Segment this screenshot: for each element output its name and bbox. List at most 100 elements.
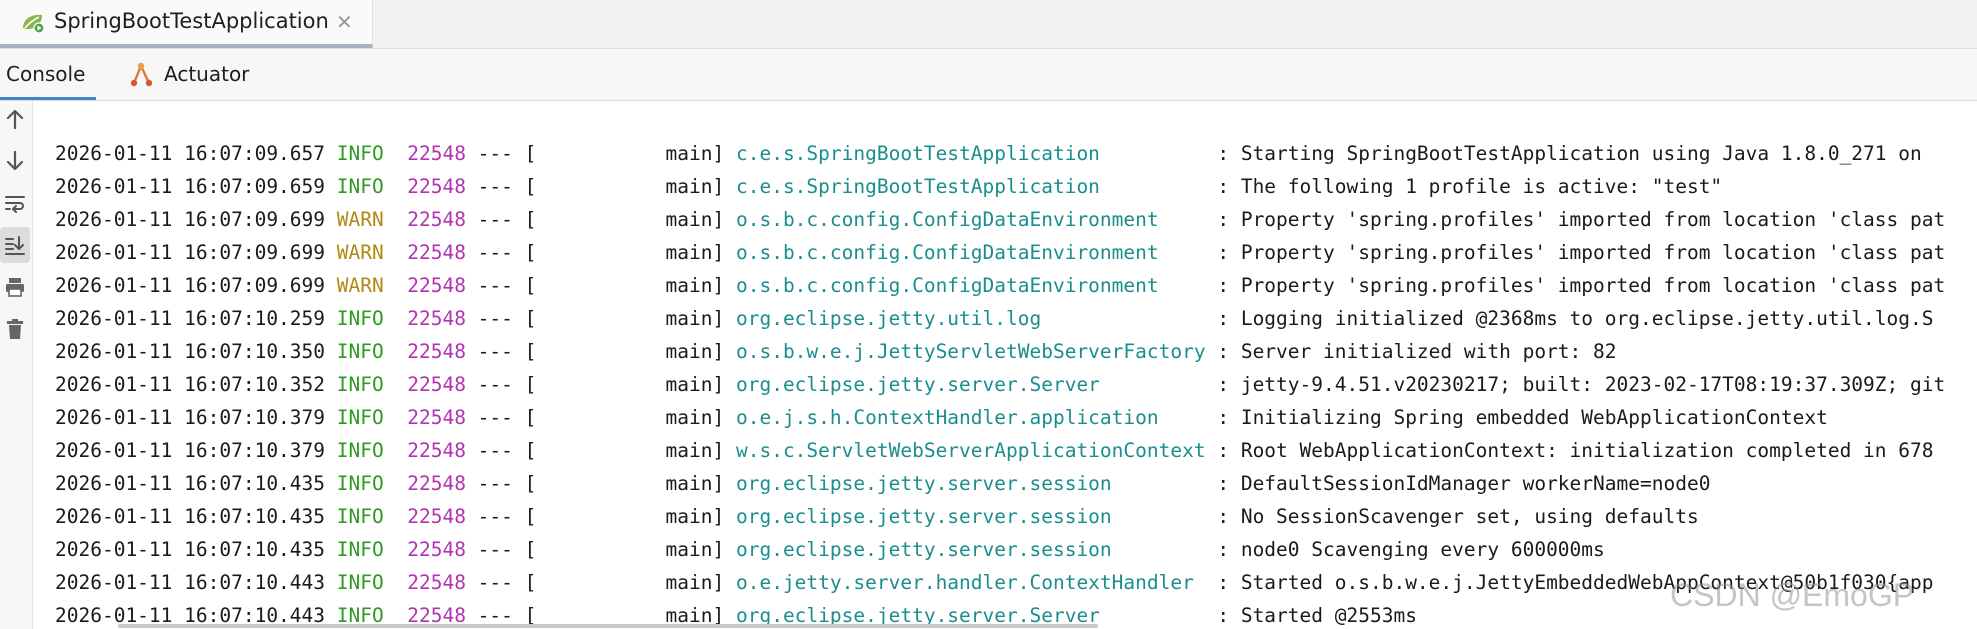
log-pid: 22548: [407, 373, 466, 396]
log-timestamp: 2026-01-11 16:07:09.699: [55, 241, 326, 264]
tab-actuator[interactable]: Actuator: [122, 49, 262, 100]
log-thread: main: [536, 241, 713, 264]
log-line: 2026-01-11 16:07:10.352 INFO 22548 --- […: [55, 373, 1946, 396]
run-tab-bar: SpringBootTestApplication ✕: [0, 0, 1977, 49]
log-level: INFO: [336, 439, 396, 462]
log-timestamp: 2026-01-11 16:07:10.259: [55, 307, 326, 330]
log-thread: main: [536, 307, 713, 330]
print-icon: [6, 278, 24, 297]
log-message: Property 'spring.profiles' imported from…: [1240, 208, 1946, 231]
log-level: WARN: [336, 208, 396, 231]
log-logger: o.e.j.s.h.ContextHandler.application: [735, 406, 1206, 429]
log-logger: org.eclipse.jetty.server.session: [735, 472, 1206, 495]
scroll-up-button[interactable]: [0, 101, 30, 137]
run-tab-label: SpringBootTestApplication: [54, 9, 329, 33]
log-message: Property 'spring.profiles' imported from…: [1240, 274, 1946, 297]
log-pid: 22548: [407, 241, 466, 264]
log-timestamp: 2026-01-11 16:07:09.659: [55, 175, 326, 198]
console-side-toolbar: [0, 101, 33, 629]
tool-window-tabs: Console Actuator: [0, 49, 1977, 101]
log-thread: main: [536, 538, 713, 561]
log-line: 2026-01-11 16:07:10.259 INFO 22548 --- […: [55, 307, 1934, 330]
log-level: INFO: [336, 505, 396, 528]
log-line: 2026-01-11 16:07:09.657 INFO 22548 --- […: [55, 142, 1922, 165]
log-level: INFO: [336, 340, 396, 363]
run-tab-springboottestapplication[interactable]: SpringBootTestApplication ✕: [0, 0, 373, 48]
tab-actuator-label: Actuator: [164, 62, 250, 86]
soft-wrap-button[interactable]: [0, 185, 30, 221]
log-message: No SessionScavenger set, using defaults: [1240, 505, 1699, 528]
log-line: 2026-01-11 16:07:10.435 INFO 22548 --- […: [55, 472, 1711, 495]
scroll-to-end-button[interactable]: [0, 227, 30, 263]
log-line: 2026-01-11 16:07:09.659 INFO 22548 --- […: [55, 175, 1723, 198]
log-logger: org.eclipse.jetty.util.log: [735, 307, 1206, 330]
log-thread: main: [536, 571, 713, 594]
log-pid: 22548: [407, 439, 466, 462]
log-thread: main: [536, 472, 713, 495]
tab-console-label: Console: [6, 62, 86, 86]
tab-console[interactable]: Console: [0, 49, 96, 100]
log-lines: 2026-01-11 16:07:09.657 INFO 22548 --- […: [55, 137, 1945, 629]
log-thread: main: [536, 175, 713, 198]
log-timestamp: 2026-01-11 16:07:10.435: [55, 538, 326, 561]
log-message: Property 'spring.profiles' imported from…: [1240, 241, 1946, 264]
log-level: INFO: [336, 538, 396, 561]
log-logger: o.s.b.w.e.j.JettyServletWebServerFactory: [735, 340, 1206, 363]
log-logger: o.s.b.c.config.ConfigDataEnvironment: [735, 274, 1206, 297]
log-message: Server initialized with port: 82: [1240, 340, 1617, 363]
log-thread: main: [536, 142, 713, 165]
log-logger: o.s.b.c.config.ConfigDataEnvironment: [735, 208, 1206, 231]
log-pid: 22548: [407, 571, 466, 594]
log-line: 2026-01-11 16:07:10.379 INFO 22548 --- […: [55, 406, 1828, 429]
log-pid: 22548: [407, 274, 466, 297]
log-logger: org.eclipse.jetty.server.session: [735, 505, 1206, 528]
soft-wrap-icon: [5, 196, 25, 213]
log-level: INFO: [336, 406, 396, 429]
scroll-up-arrow-icon: [6, 109, 24, 130]
log-timestamp: 2026-01-11 16:07:09.699: [55, 274, 326, 297]
log-line: 2026-01-11 16:07:09.699 WARN 22548 --- […: [55, 208, 1946, 231]
log-logger: org.eclipse.jetty.server.Server: [735, 373, 1206, 396]
log-thread: main: [536, 505, 713, 528]
log-line: 2026-01-11 16:07:10.435 INFO 22548 --- […: [55, 538, 1605, 561]
log-message: Root WebApplicationContext: initializati…: [1240, 439, 1934, 462]
log-line: 2026-01-11 16:07:09.699 WARN 22548 --- […: [55, 241, 1946, 264]
log-timestamp: 2026-01-11 16:07:10.443: [55, 571, 326, 594]
horizontal-scrollbar[interactable]: [118, 624, 1098, 628]
log-pid: 22548: [407, 406, 466, 429]
log-message: DefaultSessionIdManager workerName=node0: [1240, 472, 1711, 495]
log-line: 2026-01-11 16:07:10.379 INFO 22548 --- […: [55, 439, 1934, 462]
log-message: jetty-9.4.51.v20230217; built: 2023-02-1…: [1240, 373, 1946, 396]
log-pid: 22548: [407, 307, 466, 330]
log-line: 2026-01-11 16:07:10.350 INFO 22548 --- […: [55, 340, 1617, 363]
close-icon[interactable]: ✕: [336, 10, 353, 34]
log-pid: 22548: [407, 538, 466, 561]
log-level: WARN: [336, 274, 396, 297]
log-timestamp: 2026-01-11 16:07:10.379: [55, 406, 326, 429]
log-thread: main: [536, 274, 713, 297]
scroll-down-button[interactable]: [0, 143, 30, 179]
log-pid: 22548: [407, 340, 466, 363]
watermark: CSDN @EmoGP: [1670, 577, 1915, 613]
log-thread: main: [536, 340, 713, 363]
clear-all-button[interactable]: [0, 311, 30, 347]
log-logger: org.eclipse.jetty.server.session: [735, 538, 1206, 561]
log-logger: w.s.c.ServletWebServerApplicationContext: [735, 439, 1206, 462]
actuator-icon: [130, 62, 153, 87]
log-timestamp: 2026-01-11 16:07:09.657: [55, 142, 326, 165]
print-button[interactable]: [0, 269, 30, 305]
log-timestamp: 2026-01-11 16:07:10.435: [55, 505, 326, 528]
log-message: The following 1 profile is active: "test…: [1240, 175, 1723, 198]
log-thread: main: [536, 439, 713, 462]
log-level: INFO: [336, 175, 396, 198]
log-timestamp: 2026-01-11 16:07:09.699: [55, 208, 326, 231]
log-timestamp: 2026-01-11 16:07:10.379: [55, 439, 326, 462]
log-level: INFO: [336, 472, 396, 495]
log-pid: 22548: [407, 505, 466, 528]
log-level: WARN: [336, 241, 396, 264]
log-level: INFO: [336, 142, 396, 165]
log-message: Initializing Spring embedded WebApplicat…: [1240, 406, 1828, 429]
log-message: Starting SpringBootTestApplication using…: [1240, 142, 1922, 165]
console-output[interactable]: 2026-01-11 16:07:09.657 INFO 22548 --- […: [33, 101, 1977, 629]
log-logger: o.e.jetty.server.handler.ContextHandler: [735, 571, 1206, 594]
